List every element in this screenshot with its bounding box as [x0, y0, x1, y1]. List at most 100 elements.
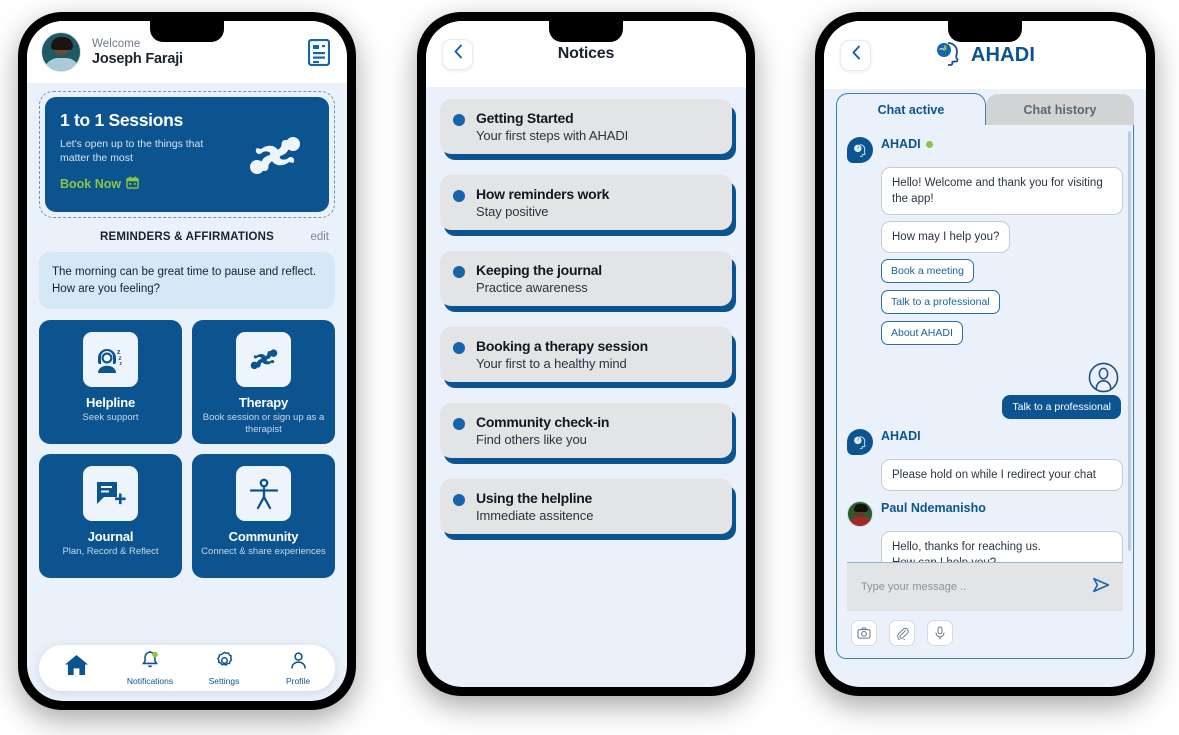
svg-text:z: z [119, 361, 122, 367]
phone-chat: AHADI Chat active Chat history AHADI Hel… [815, 12, 1155, 696]
tile-label: Helpline [86, 395, 135, 411]
reminders-section-header: REMINDERS & AFFIRMATIONS edit [39, 231, 335, 243]
phone-notices: Notices Getting Started Your first steps… [417, 12, 755, 696]
back-button[interactable] [442, 38, 473, 70]
composer-actions [847, 611, 1123, 648]
svg-text:z: z [117, 349, 121, 356]
sender-name: AHADI [881, 429, 921, 444]
edit-link[interactable]: edit [310, 231, 329, 243]
tab-home[interactable] [39, 654, 113, 682]
send-icon[interactable] [1091, 575, 1113, 600]
therapy-people-icon [243, 127, 307, 190]
bullet-icon [453, 114, 465, 126]
tile-desc: Connect & share experiences [201, 546, 326, 558]
user-avatar-outline [847, 362, 1119, 393]
bottom-tab-bar: Notifications Settings Profile [39, 645, 335, 691]
quick-reply-talk-to-a-professional[interactable]: Talk to a professional [881, 290, 1000, 315]
camera-icon[interactable] [851, 620, 877, 646]
tab-settings-label: Settings [208, 675, 240, 686]
quick-reply-book-a-meeting[interactable]: Book a meeting [881, 259, 974, 284]
message-group: AHADI [847, 429, 1123, 456]
tab-notifications-label: Notifications [126, 676, 174, 686]
chat-bubble: How may I help you? [881, 221, 1011, 254]
calendar-icon [126, 176, 139, 192]
notice-item[interactable]: Keeping the journal Practice awareness [440, 251, 732, 306]
screenshot-stage: Welcome Joseph Faraji 1 to 1 Sessions Le… [0, 0, 1179, 735]
notice-item[interactable]: How reminders work Stay positive [440, 175, 732, 230]
notice-subtitle: Your first steps with AHADI [476, 128, 629, 143]
bullet-icon [453, 418, 465, 430]
bell-icon [140, 650, 160, 675]
section-title: REMINDERS & AFFIRMATIONS [99, 231, 275, 243]
affirmation-card: The morning can be great time to pause a… [39, 252, 335, 310]
chat-bubble: Hello! Welcome and thank you for visitin… [881, 167, 1123, 216]
sender-name: Paul Ndemanisho [881, 501, 986, 516]
tile-helpline[interactable]: z z z Helpline Seek support [39, 320, 182, 445]
message-sender: AHADI [881, 429, 921, 443]
back-button[interactable] [840, 39, 871, 71]
notch [150, 21, 224, 42]
message-sender: AHADI [881, 137, 933, 151]
tile-label: Journal [87, 529, 134, 545]
tab-notifications[interactable]: Notifications [113, 650, 187, 686]
message-group: Paul Ndemanisho [847, 501, 1123, 528]
accessibility-person-icon [236, 466, 291, 522]
quick-reply-about-ahadi[interactable]: About AHADI [881, 321, 963, 346]
tab-settings[interactable]: Settings [187, 651, 261, 686]
online-status-dot [925, 140, 933, 148]
ahadi-head-leaf-icon [935, 40, 963, 71]
tile-therapy[interactable]: Therapy Book session or sign up as a the… [192, 320, 335, 445]
attachment-icon[interactable] [889, 620, 915, 646]
chat-bubble-line-1: Hello, thanks for reaching us. [892, 541, 1041, 554]
notice-subtitle: Practice awareness [476, 280, 588, 295]
document-icon[interactable] [307, 37, 331, 67]
tab-chat-active[interactable]: Chat active [836, 93, 986, 125]
notice-subtitle: Immediate assitence [476, 508, 594, 523]
tile-desc: Book session or sign up as a therapist [202, 412, 325, 435]
gear-icon [215, 651, 234, 675]
notice-item[interactable]: Community check-in Find others like you [440, 403, 732, 458]
notice-item[interactable]: Booking a therapy session Your first to … [440, 327, 732, 382]
user-message-row: Talk to a professional [847, 395, 1121, 420]
notice-item[interactable]: Getting Started Your first steps with AH… [440, 99, 732, 154]
message-sender: Paul Ndemanisho [881, 501, 986, 515]
notice-title: Using the helpline [476, 490, 593, 506]
tile-desc: Plan, Record & Reflect [62, 546, 159, 558]
tab-profile[interactable]: Profile [261, 651, 335, 686]
bullet-icon [453, 190, 465, 202]
notice-item[interactable]: Using the helpline Immediate assitence [440, 479, 732, 534]
tile-label: Therapy [238, 395, 289, 411]
notice-title: Keeping the journal [476, 262, 602, 278]
brand-name: AHADI [970, 43, 1036, 66]
user-name: Joseph Faraji [92, 50, 183, 67]
notices-screen: Notices Getting Started Your first steps… [426, 21, 746, 687]
chevron-left-icon [851, 45, 861, 65]
message-input[interactable]: Type your message .. [861, 581, 1083, 593]
microphone-icon[interactable] [927, 620, 953, 646]
notice-subtitle: Stay positive [476, 204, 549, 219]
notice-title: Community check-in [476, 414, 610, 430]
tile-community[interactable]: Community Connect & share experiences [192, 454, 335, 579]
bullet-icon [453, 266, 465, 278]
message-input-row[interactable]: Type your message .. [847, 563, 1123, 611]
scrollbar[interactable] [1128, 131, 1131, 551]
notice-title: How reminders work [476, 186, 610, 202]
ahadi-avatar [847, 429, 873, 456]
notch [549, 21, 623, 42]
journal-add-icon [83, 466, 138, 522]
brand-block: AHADI [824, 40, 1146, 71]
chat-messages-pane[interactable]: AHADI Hello! Welcome and thank you for v… [836, 125, 1134, 659]
home-screen: Welcome Joseph Faraji 1 to 1 Sessions Le… [27, 21, 347, 701]
home-icon [64, 654, 89, 681]
notice-subtitle: Find others like you [476, 432, 587, 447]
chevron-left-icon [453, 44, 463, 64]
one-to-one-sessions-card[interactable]: 1 to 1 Sessions Let's open up to the thi… [45, 97, 329, 212]
user-chat-bubble: Talk to a professional [1002, 395, 1121, 420]
book-now-label: Book Now [60, 177, 122, 192]
tile-journal[interactable]: Journal Plan, Record & Reflect [39, 454, 182, 579]
avatar[interactable] [41, 32, 81, 72]
tab-chat-history[interactable]: Chat history [986, 94, 1134, 125]
bubble-group: Hello! Welcome and thank you for visitin… [881, 167, 1123, 352]
tile-label: Community [228, 529, 299, 545]
feature-tiles: z z z Helpline Seek support Therapy Book… [39, 320, 335, 579]
